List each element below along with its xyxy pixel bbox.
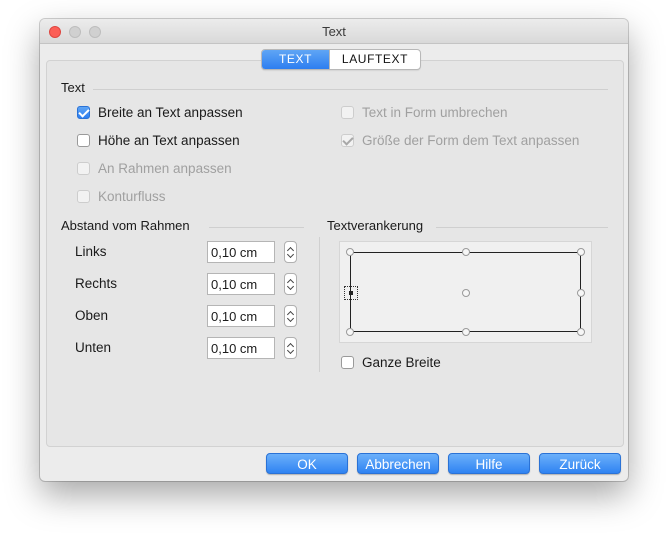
option-fit-height[interactable]: Höhe an Text anpassen [77, 132, 240, 148]
anchor-top-center[interactable] [462, 248, 470, 256]
anchor-middle-left-selected[interactable] [344, 286, 358, 300]
option-full-width[interactable]: Ganze Breite [341, 354, 441, 370]
anchor-bottom-left[interactable] [346, 328, 354, 336]
anchor-section-rule [436, 227, 608, 228]
top-spacing-input[interactable]: 0,10 cm [207, 305, 275, 327]
cancel-button[interactable]: Abbrechen [357, 453, 439, 474]
bottom-label: Unten [75, 340, 112, 355]
resize-shape-label: Größe der Form dem Text anpassen [362, 132, 580, 148]
top-spacing-stepper[interactable] [284, 305, 297, 327]
anchor-selector [339, 241, 592, 343]
section-divider [319, 237, 320, 372]
fit-frame-label: An Rahmen anpassen [98, 160, 232, 176]
fit-width-checkbox[interactable] [77, 105, 90, 119]
spacing-section-rule [209, 227, 304, 228]
top-label: Oben [75, 308, 109, 323]
text-section-title: Text [61, 80, 85, 95]
tab-bar: Text Lauftext [261, 49, 421, 70]
back-button[interactable]: Zurück [539, 453, 621, 474]
text-dialog: Text Text Breite an Text anpassen Höhe a… [40, 19, 628, 481]
resize-shape-checkbox [341, 133, 354, 147]
left-spacing-input[interactable]: 0,10 cm [207, 241, 275, 263]
contour-checkbox [77, 189, 90, 203]
option-wrap-text: Text in Form umbrechen [341, 104, 508, 120]
wrap-text-label: Text in Form umbrechen [362, 104, 508, 120]
anchor-center[interactable] [462, 289, 470, 297]
left-spacing-stepper[interactable] [284, 241, 297, 263]
fit-width-label: Breite an Text anpassen [98, 104, 243, 120]
option-fit-frame: An Rahmen anpassen [77, 160, 232, 176]
anchor-top-left[interactable] [346, 248, 354, 256]
help-button[interactable]: Hilfe [448, 453, 530, 474]
window-title: Text [322, 24, 346, 39]
right-spacing-input[interactable]: 0,10 cm [207, 273, 275, 295]
ok-button[interactable]: OK [266, 453, 348, 474]
anchor-bottom-right[interactable] [577, 328, 585, 336]
anchor-middle-right[interactable] [577, 289, 585, 297]
tab-text[interactable]: Text [262, 50, 329, 69]
bottom-spacing-input[interactable]: 0,10 cm [207, 337, 275, 359]
anchor-section-title: Textverankerung [327, 218, 424, 233]
text-section-rule [93, 89, 608, 90]
contour-label: Konturfluss [98, 188, 166, 204]
content-panel: Text Breite an Text anpassen Höhe an Tex… [46, 60, 624, 447]
bottom-spacing-stepper[interactable] [284, 337, 297, 359]
full-width-label: Ganze Breite [362, 354, 441, 370]
right-label: Rechts [75, 276, 118, 291]
fit-frame-checkbox [77, 161, 90, 175]
fit-height-label: Höhe an Text anpassen [98, 132, 240, 148]
fit-height-checkbox[interactable] [77, 133, 90, 147]
tab-lauftext[interactable]: Lauftext [329, 50, 420, 69]
wrap-text-checkbox [341, 105, 354, 119]
spacing-section-title: Abstand vom Rahmen [61, 218, 190, 233]
anchor-bottom-center[interactable] [462, 328, 470, 336]
title-bar: Text [40, 19, 628, 44]
anchor-top-right[interactable] [577, 248, 585, 256]
option-contour: Konturfluss [77, 188, 166, 204]
option-resize-shape: Größe der Form dem Text anpassen [341, 132, 579, 148]
left-label: Links [75, 244, 107, 259]
full-width-checkbox[interactable] [341, 355, 354, 369]
right-spacing-stepper[interactable] [284, 273, 297, 295]
option-fit-width[interactable]: Breite an Text anpassen [77, 104, 243, 120]
